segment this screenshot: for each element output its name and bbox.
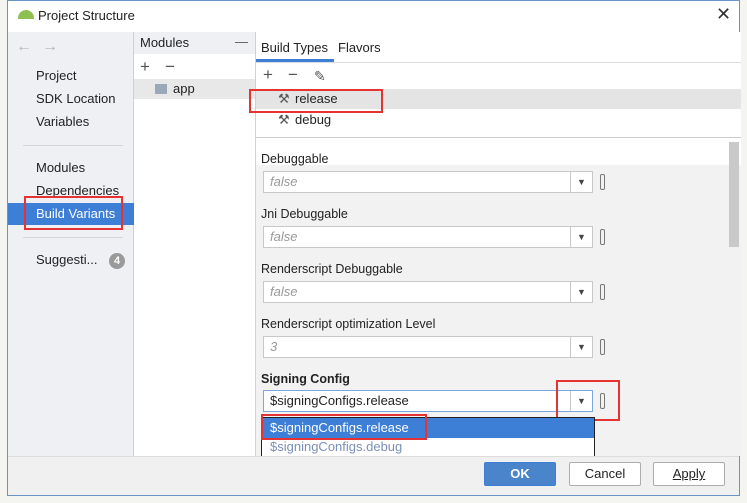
combo-value: false [270, 174, 298, 189]
renderscript-debuggable-label: Renderscript Debuggable [261, 262, 403, 276]
edit-pencil-icon[interactable]: ✎ [314, 68, 326, 85]
remove-module-button[interactable]: − [165, 57, 175, 77]
modules-title: Modules [140, 35, 190, 50]
renderscript-optimization-label: Renderscript optimization Level [261, 317, 436, 331]
module-label: app [173, 81, 195, 96]
tab-build-types[interactable]: Build Types [261, 40, 328, 55]
project-structure-dialog: Project Structure ✕ ← → Project SDK Loca… [7, 0, 741, 496]
variable-icon[interactable] [600, 339, 605, 355]
scrollbar[interactable] [729, 142, 739, 247]
suggestions-badge: 4 [109, 253, 125, 269]
jni-debuggable-label: Jni Debuggable [261, 207, 348, 221]
collapse-button[interactable]: — [235, 34, 248, 49]
nav-item-sdk-location[interactable]: SDK Location [8, 88, 134, 110]
dropdown-arrow-icon[interactable]: ▼ [570, 282, 592, 302]
android-icon [18, 10, 34, 19]
cancel-button[interactable]: Cancel [569, 462, 641, 486]
back-arrow-icon[interactable]: ← [16, 38, 32, 56]
nav-item-label: Suggesti... [36, 252, 98, 267]
combo-value: 3 [270, 339, 278, 354]
variable-icon[interactable] [600, 284, 605, 300]
signing-config-combo[interactable]: $signingConfigs.release ▼ [263, 390, 593, 412]
dropdown-arrow-icon[interactable]: ▼ [570, 227, 592, 247]
nav-item-variables[interactable]: Variables [8, 111, 134, 133]
window-title: Project Structure [38, 8, 135, 23]
add-module-button[interactable]: + [140, 57, 150, 77]
title-bar: Project Structure ✕ [8, 1, 739, 32]
dropdown-arrow-icon[interactable]: ▼ [570, 172, 592, 192]
nav-item-suggestions[interactable]: Suggesti... 4 [8, 249, 134, 271]
highlight-box [261, 414, 427, 440]
tab-flavors[interactable]: Flavors [338, 40, 381, 55]
build-types-panel: Build Types Flavors + − ✎ ⚒ release ⚒ de… [249, 32, 741, 457]
tab-bar [256, 32, 741, 62]
dropdown-arrow-icon[interactable]: ▼ [570, 337, 592, 357]
nav-item-project[interactable]: Project [8, 65, 134, 87]
renderscript-debuggable-combo[interactable]: false ▼ [263, 281, 593, 303]
option-debug[interactable]: $signingConfigs.debug [262, 438, 594, 456]
close-button[interactable]: ✕ [716, 4, 731, 25]
signing-config-label: Signing Config [261, 372, 350, 386]
apply-button[interactable]: Apply [653, 462, 725, 486]
combo-value: false [270, 229, 298, 244]
folder-icon [155, 84, 167, 94]
build-type-label: debug [295, 112, 332, 127]
highlight-box [556, 380, 620, 421]
nav-sidebar: ← → Project SDK Location Variables Modul… [8, 32, 134, 456]
divider [23, 145, 123, 146]
modules-panel: Modules — + − app [134, 32, 256, 456]
add-build-type-button[interactable]: + [263, 65, 273, 85]
module-item-app[interactable]: app [134, 79, 255, 99]
forward-arrow-icon[interactable]: → [42, 38, 58, 56]
variable-icon[interactable] [600, 174, 605, 190]
debuggable-label: Debuggable [261, 152, 329, 166]
button-bar: OK Cancel Apply [8, 456, 739, 495]
highlight-box [24, 196, 123, 230]
combo-value: $signingConfigs.release [270, 393, 409, 408]
variable-icon[interactable] [600, 229, 605, 245]
combo-value: false [270, 284, 298, 299]
hammer-icon: ⚒ [278, 112, 290, 127]
remove-build-type-button[interactable]: − [288, 65, 298, 85]
build-type-row-debug[interactable]: ⚒ debug [256, 110, 741, 130]
divider [23, 237, 123, 238]
ok-button[interactable]: OK [484, 462, 556, 486]
jni-debuggable-combo[interactable]: false ▼ [263, 226, 593, 248]
nav-item-modules[interactable]: Modules [8, 157, 134, 179]
renderscript-optimization-combo[interactable]: 3 ▼ [263, 336, 593, 358]
debuggable-combo[interactable]: false ▼ [263, 171, 593, 193]
